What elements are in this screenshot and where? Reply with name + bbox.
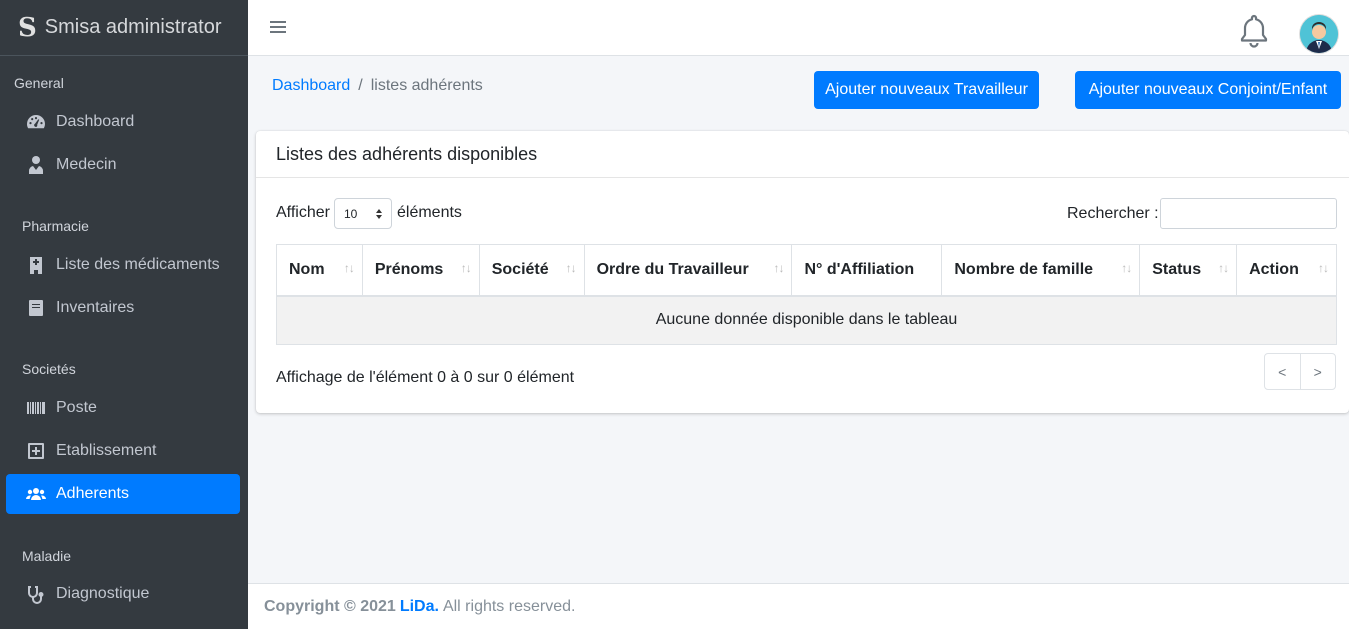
sidebar-item-label: Adherents	[56, 485, 129, 502]
sidebar-item-label: Etablissement	[56, 442, 157, 459]
column-label: Status	[1152, 260, 1202, 278]
nav-header-pharmacie: Pharmacie	[22, 218, 89, 234]
sidebar-item-dashboard[interactable]: Dashboard	[6, 102, 240, 142]
column-header-ordre[interactable]: Ordre du Travailleur ↑↓	[583, 244, 793, 297]
sort-icon: ↑↓	[1218, 261, 1229, 275]
barcode-icon	[24, 398, 48, 418]
hamburger-icon[interactable]	[270, 18, 286, 34]
brand-logo: S	[18, 12, 37, 43]
nav-header-societes: Societés	[22, 361, 76, 377]
avatar-icon	[1300, 15, 1338, 53]
brand-text: Smisa administrator	[44, 16, 222, 38]
breadcrumb-link-dashboard[interactable]: Dashboard	[272, 77, 350, 95]
brand[interactable]: S Smisa administrator	[0, 0, 248, 56]
column-label: Ordre du Travailleur	[596, 260, 749, 278]
breadcrumb-separator: /	[358, 77, 363, 94]
doctor-icon	[24, 155, 48, 175]
footer-brand-link[interactable]: LiDa.	[400, 598, 439, 616]
nav-header-maladie: Maladie	[22, 548, 72, 564]
pagination-next-button[interactable]: >	[1301, 354, 1336, 389]
breadcrumb-current: listes adhérents	[370, 77, 483, 94]
topbar	[248, 0, 1349, 56]
column-label: Société	[491, 260, 549, 278]
search-input[interactable]	[1160, 198, 1337, 229]
sidebar-item-label: Medecin	[56, 156, 117, 173]
sort-icon: ↑↓	[343, 261, 355, 275]
column-header-affiliation[interactable]: N° d'Affiliation	[791, 244, 943, 297]
add-spouse-child-button[interactable]: Ajouter nouveaux Conjoint/Enfant	[1075, 71, 1341, 109]
column-header-nom[interactable]: Nom ↑↓	[276, 244, 363, 297]
pagination-previous-button[interactable]: <	[1265, 354, 1301, 389]
column-label: Nombre de famille	[954, 260, 1094, 278]
sort-icon: ↑↓	[460, 261, 472, 275]
avatar[interactable]	[1300, 15, 1338, 53]
sort-icon: ↑↓	[1121, 261, 1132, 275]
dashboard-icon	[24, 112, 48, 132]
bell-icon[interactable]	[1238, 14, 1270, 48]
table-header-row: Nom ↑↓ Prénoms ↑↓ Société ↑↓ Ordre du Trava…	[276, 244, 1337, 297]
empty-table-message: Aucune donnée disponible dans le tableau	[276, 295, 1337, 345]
column-label: Action	[1249, 260, 1299, 278]
sidebar-item-label: Diagnostique	[56, 585, 150, 602]
sidebar-item-medicaments[interactable]: Liste des médicaments	[6, 245, 240, 285]
show-label: Afficher	[276, 204, 330, 221]
sidebar-item-etablissement[interactable]: Etablissement	[6, 431, 240, 471]
breadcrumb: Dashboard / listes adhérents	[272, 77, 483, 95]
sidebar: S Smisa administrator General Dashboard …	[0, 0, 248, 629]
users-icon	[24, 484, 48, 504]
column-header-societe[interactable]: Société ↑↓	[478, 244, 585, 297]
pagination: < >	[1264, 353, 1336, 390]
column-header-action[interactable]: Action ↑↓	[1236, 244, 1337, 297]
book-icon	[24, 298, 48, 318]
column-header-prenoms[interactable]: Prénoms ↑↓	[361, 244, 480, 297]
footer: Copyright © 2021 LiDa. All rights reserv…	[248, 583, 1349, 629]
sidebar-item-inventaires[interactable]: Inventaires	[6, 288, 240, 328]
sort-icon: ↑↓	[565, 261, 577, 275]
sort-icon: ↑↓	[1318, 261, 1329, 275]
stethoscope-icon	[24, 584, 48, 604]
page-length-value: 10	[344, 206, 358, 221]
sidebar-item-label: Inventaires	[56, 299, 135, 316]
nav-header-general: General	[14, 75, 64, 91]
sidebar-item-adherents[interactable]: Adherents	[6, 474, 240, 514]
search-label: Rechercher :	[1067, 205, 1159, 222]
sidebar-item-poste[interactable]: Poste	[6, 388, 240, 428]
column-header-status[interactable]: Status ↑↓	[1139, 244, 1238, 297]
footer-copyright: Copyright © 2021	[264, 597, 396, 615]
select-caret-icon	[376, 209, 382, 219]
footer-rights: All rights reserved.	[442, 597, 576, 615]
sidebar-item-label: Liste des médicaments	[56, 256, 220, 273]
column-label: Nom	[289, 260, 325, 278]
hospital-icon	[24, 255, 48, 275]
add-worker-button[interactable]: Ajouter nouveaux Travailleur	[814, 71, 1039, 109]
members-card: Listes des adhérents disponibles Affiche…	[256, 131, 1349, 413]
sidebar-item-diagnostique[interactable]: Diagnostique	[6, 574, 240, 614]
table-info: Affichage de l'élément 0 à 0 sur 0 éléme…	[276, 369, 575, 386]
table-row: Aucune donnée disponible dans le tableau	[276, 295, 1337, 345]
members-table: Nom ↑↓ Prénoms ↑↓ Société ↑↓ Ordre du Trava…	[276, 244, 1337, 345]
sidebar-item-label: Dashboard	[56, 113, 135, 130]
show-suffix: éléments	[397, 204, 462, 221]
sidebar-item-medecin[interactable]: Medecin	[6, 145, 240, 185]
sidebar-item-label: Poste	[56, 399, 97, 416]
card-title: Listes des adhérents disponibles	[256, 131, 1349, 178]
sort-icon: ↑↓	[773, 261, 784, 275]
column-label: N° d'Affiliation	[804, 260, 915, 278]
column-header-famille[interactable]: Nombre de famille ↑↓	[941, 244, 1141, 297]
plus-square-icon	[24, 441, 48, 461]
column-label: Prénoms	[374, 260, 444, 278]
page-length-select[interactable]: 10	[334, 198, 392, 229]
